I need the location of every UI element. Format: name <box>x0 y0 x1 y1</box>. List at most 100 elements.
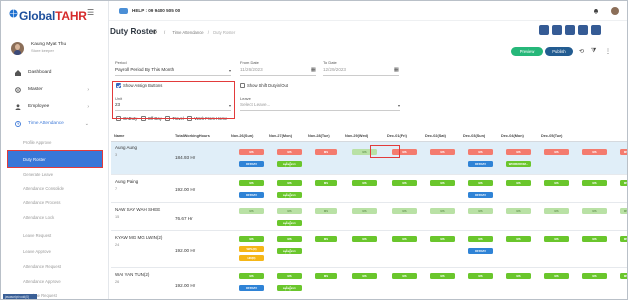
shift-cell[interactable]: MS <box>352 236 377 242</box>
shift-cell[interactable]: MS <box>392 208 417 214</box>
shift-cell[interactable]: MS <box>468 236 493 242</box>
shift-cell[interactable]: MS <box>620 180 627 186</box>
shift-cell[interactable]: MS <box>430 180 455 186</box>
shift-cell[interactable]: MS <box>582 180 607 186</box>
shift-cell[interactable]: MS <box>430 208 455 214</box>
breadcrumb-item[interactable]: Time Attendance <box>172 30 203 35</box>
sidebar-item-dashboard[interactable]: Dashboard <box>13 68 105 78</box>
shift-cell[interactable]: MS <box>506 236 531 242</box>
sidebar-toggle-icon[interactable]: ☰ <box>87 8 94 17</box>
shift-cell[interactable]: MS <box>239 236 264 242</box>
shift-cell[interactable]: MS <box>315 208 337 214</box>
column-header[interactable]: Dec-05(Tue) <box>541 131 562 141</box>
subnav-generate-leave[interactable]: Generate Leave <box>23 172 53 177</box>
column-header[interactable]: Name <box>114 131 124 141</box>
sidebar-item-time-attendance[interactable]: Time Attendance ⌄ <box>13 119 105 129</box>
column-header[interactable]: TotalWorkingHours <box>175 131 210 141</box>
shift-cell[interactable]: MS <box>315 149 337 155</box>
table-row[interactable]: Aung Paing 7 192.00 Hr MS OFFDAY MS စနစ်… <box>111 176 627 203</box>
shift-cell[interactable]: MS <box>315 273 337 279</box>
column-header[interactable]: Nov-29(Wed) <box>345 131 368 141</box>
subnav-profile-approve[interactable]: Profile Approve <box>23 140 51 145</box>
calendar-icon[interactable]: ▦ <box>394 67 399 73</box>
print-icon[interactable] <box>539 25 549 35</box>
copy-icon[interactable] <box>578 25 588 35</box>
import-icon[interactable] <box>565 25 575 35</box>
offday-cell[interactable]: OFFDAY <box>239 161 264 167</box>
subnav-leave-request[interactable]: Leave Request <box>23 233 51 238</box>
user-profile[interactable]: Kaung Myat Thu Store keeper <box>11 42 106 60</box>
shift-cell[interactable]: MS <box>352 273 377 279</box>
leave-select[interactable]: Select Leave... ▾ <box>240 102 400 111</box>
bell-icon[interactable] <box>593 8 599 14</box>
shift-cell[interactable]: MS <box>544 273 569 279</box>
column-header[interactable]: Dec-02(Sat) <box>425 131 446 141</box>
leave-cell[interactable]: WPL(D) <box>239 246 264 252</box>
leave-cell[interactable]: HD(D) <box>239 255 264 261</box>
shift-cell[interactable]: MS <box>468 208 493 214</box>
shift-cell[interactable]: MS <box>468 180 493 186</box>
column-header[interactable]: Dec-04(Mon) <box>501 131 524 141</box>
shift-cell[interactable]: MS <box>506 180 531 186</box>
shift-cell[interactable]: MS <box>277 208 302 214</box>
shift-cell[interactable]: MS <box>544 208 569 214</box>
shift-cell[interactable]: MS <box>544 149 569 155</box>
shift-cell[interactable]: MS <box>506 273 531 279</box>
shift-cell[interactable]: စနစ်မရှိသော <box>277 220 302 226</box>
filter-icon[interactable]: ⧩ <box>591 48 596 55</box>
offday-cell[interactable]: OFFDAY <box>468 248 493 254</box>
shift-cell[interactable]: MS <box>430 273 455 279</box>
shift-cell[interactable]: MS <box>506 208 531 214</box>
column-header[interactable]: Nov-26(Sun) <box>231 131 253 141</box>
from-date-input[interactable]: 11/26/2023 ▦ <box>240 67 316 76</box>
column-header[interactable]: Dec-01(Fri) <box>387 131 407 141</box>
column-header[interactable]: Nov-28(Tue) <box>308 131 330 141</box>
column-header[interactable]: Dec-03(Sun) <box>463 131 485 141</box>
shift-cell[interactable]: MS <box>544 180 569 186</box>
shift-cell[interactable]: MS <box>392 273 417 279</box>
offday-cell[interactable]: OFFDAY <box>239 192 264 198</box>
shift-cell[interactable]: MS <box>582 208 607 214</box>
subnav-attendance-request[interactable]: Attendance Request <box>23 264 61 269</box>
column-header[interactable]: Nov-27(Mon) <box>269 131 292 141</box>
shift-cell[interactable]: MS <box>239 180 264 186</box>
settings-icon[interactable]: ⋮ <box>605 48 611 55</box>
avatar[interactable] <box>611 7 619 15</box>
shift-cell[interactable]: MS <box>352 180 377 186</box>
shift-cell[interactable]: MS <box>315 236 337 242</box>
subnav-attendance-lock[interactable]: Attendance Lock <box>23 215 54 220</box>
refresh-icon[interactable]: ⟲ <box>579 48 584 55</box>
shift-cell[interactable]: MS <box>277 180 302 186</box>
shift-cell[interactable]: MS <box>468 149 493 155</box>
shift-cell[interactable]: MS <box>544 236 569 242</box>
period-select[interactable]: Payroll Period By This Month ▾ <box>115 67 231 76</box>
shift-cell[interactable]: MS <box>277 273 302 279</box>
subnav-attendance-process[interactable]: Attendance Process <box>23 200 60 205</box>
shift-cell[interactable]: MS <box>620 208 627 214</box>
shift-cell[interactable]: MS <box>582 273 607 279</box>
shift-cell[interactable]: စနစ်မရှိသော <box>277 248 302 254</box>
shift-cell[interactable]: MS <box>582 149 607 155</box>
shift-cell[interactable]: MS <box>352 208 377 214</box>
shift-cell[interactable]: MS <box>430 236 455 242</box>
subnav-leave-approve[interactable]: Leave Approve <box>23 249 51 254</box>
shift-cell[interactable]: MS <box>392 236 417 242</box>
shift-cell[interactable]: MS <box>239 149 264 155</box>
publish-button[interactable]: Publish <box>545 47 573 56</box>
calendar-icon[interactable]: ▦ <box>311 67 316 73</box>
shift-cell[interactable]: MS <box>468 273 493 279</box>
excel-icon[interactable] <box>552 25 562 35</box>
checkbox[interactable] <box>240 83 245 88</box>
shift-cell[interactable]: MS <box>620 273 627 279</box>
shift-cell[interactable]: MS <box>620 236 627 242</box>
subnav-attendance-consolide[interactable]: Attendance Consolide <box>23 186 64 191</box>
shift-cell[interactable]: စနစ်မရှိသော <box>277 192 302 198</box>
subnav-attendance-approve[interactable]: Attendance Approve <box>23 279 61 284</box>
offday-cell[interactable]: OFFDAY <box>468 161 493 167</box>
download-icon[interactable] <box>591 25 601 35</box>
table-row[interactable]: WAI YAN TUN(2) 26 192.00 Hr MS OFFDAY MS… <box>111 269 627 299</box>
shift-cell[interactable]: MS <box>277 236 302 242</box>
offday-cell[interactable]: OFFDAY <box>468 192 493 198</box>
preview-button[interactable]: Preview <box>511 47 543 56</box>
shift-cell[interactable]: MS <box>506 149 531 155</box>
